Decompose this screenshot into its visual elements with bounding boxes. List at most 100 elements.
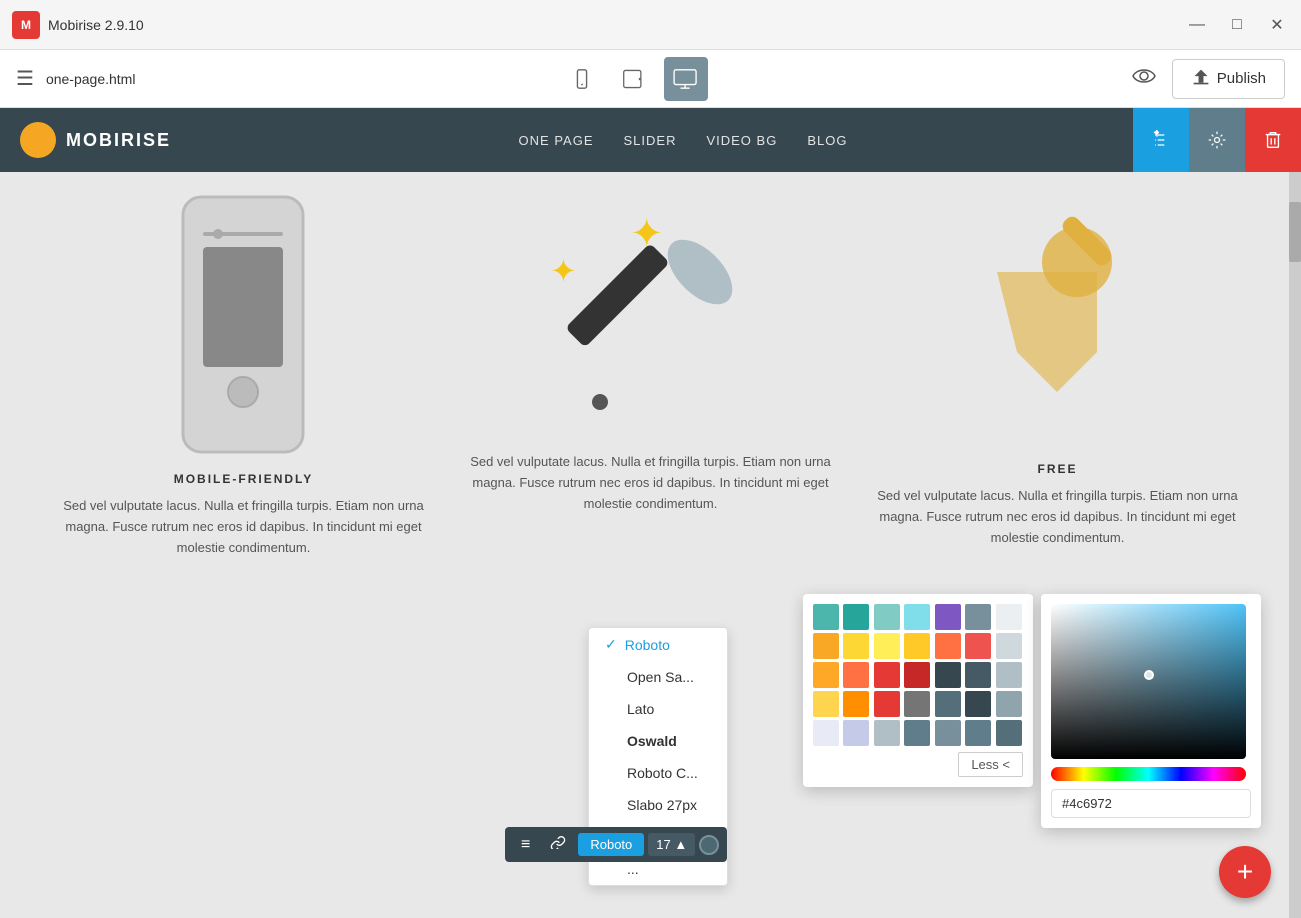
- mobile-view-button[interactable]: [560, 57, 604, 101]
- swatch[interactable]: [996, 691, 1022, 717]
- swatch[interactable]: [965, 633, 991, 659]
- swatch[interactable]: [996, 633, 1022, 659]
- hue-bar[interactable]: [1051, 767, 1246, 781]
- scroll-thumb[interactable]: [1289, 202, 1301, 262]
- logo-circle: [20, 122, 56, 158]
- swatch[interactable]: [874, 691, 900, 717]
- swatch[interactable]: [813, 633, 839, 659]
- swatch[interactable]: [813, 604, 839, 630]
- check-icon: ✓: [605, 636, 617, 653]
- text-toolbar: ≡ Roboto 17 ▲: [505, 827, 727, 862]
- font-item-roboto-c[interactable]: Roboto C...: [589, 757, 727, 789]
- tablet-view-button[interactable]: [612, 57, 656, 101]
- preview-button[interactable]: [1132, 66, 1156, 92]
- font-item-roboto[interactable]: ✓ Roboto: [589, 628, 727, 661]
- font-item-lato[interactable]: Lato: [589, 693, 727, 725]
- wand-illustration: ✦ ✦ ✦ ✦: [520, 192, 780, 452]
- svg-text:✦: ✦: [550, 253, 577, 289]
- swatch[interactable]: [874, 720, 900, 746]
- swatch[interactable]: [874, 662, 900, 688]
- phone-illustration: [153, 192, 333, 452]
- feature-mobile-label: MOBILE-FRIENDLY: [174, 472, 314, 486]
- font-selector[interactable]: Roboto: [578, 833, 644, 856]
- toolbar-left: ☰ one-page.html: [16, 66, 135, 91]
- less-button[interactable]: Less <: [958, 752, 1023, 777]
- device-switcher: [560, 57, 708, 101]
- title-bar: M Mobirise 2.9.10 — □ ✕: [0, 0, 1301, 50]
- swatch[interactable]: [996, 604, 1022, 630]
- swatch-grid: [813, 604, 1023, 746]
- gradient-area[interactable]: [1051, 604, 1246, 759]
- swatch[interactable]: [935, 720, 961, 746]
- title-bar-left: M Mobirise 2.9.10: [12, 11, 144, 39]
- feature-mobile: MOBILE-FRIENDLY Sed vel vulputate lacus.…: [60, 192, 426, 558]
- nav-link-blog[interactable]: BLOG: [807, 133, 847, 148]
- app-logo: M: [12, 11, 40, 39]
- swatch[interactable]: [843, 633, 869, 659]
- swatch[interactable]: [935, 662, 961, 688]
- link-button[interactable]: [542, 831, 574, 858]
- swatch[interactable]: [813, 720, 839, 746]
- swatch[interactable]: [935, 691, 961, 717]
- publish-label: Publish: [1217, 70, 1266, 87]
- nav-link-one-page[interactable]: ONE PAGE: [519, 133, 594, 148]
- maximize-button[interactable]: □: [1225, 13, 1249, 37]
- nav-logo: MOBIRISE: [20, 122, 171, 158]
- font-item-oswald[interactable]: Oswald: [589, 725, 727, 757]
- swatch[interactable]: [813, 662, 839, 688]
- color-picker-trigger[interactable]: [699, 835, 719, 855]
- swatch[interactable]: [843, 720, 869, 746]
- font-item-slabo[interactable]: Slabo 27px: [589, 789, 727, 821]
- close-button[interactable]: ✕: [1265, 13, 1289, 37]
- nav-link-slider[interactable]: SLIDER: [624, 133, 677, 148]
- add-fab-button[interactable]: +: [1219, 846, 1271, 898]
- settings-button[interactable]: [1189, 108, 1245, 172]
- feature-mobile-text: Sed vel vulputate lacus. Nulla et fringi…: [60, 496, 426, 558]
- swatch[interactable]: [813, 691, 839, 717]
- align-button[interactable]: ≡: [513, 832, 538, 858]
- scrollbar[interactable]: [1289, 172, 1301, 918]
- swatch[interactable]: [904, 720, 930, 746]
- menu-button[interactable]: ☰: [16, 66, 34, 91]
- swatch[interactable]: [935, 604, 961, 630]
- swatch[interactable]: [996, 720, 1022, 746]
- swatch[interactable]: [904, 691, 930, 717]
- swatch[interactable]: [843, 691, 869, 717]
- features-section: MOBILE-FRIENDLY Sed vel vulputate lacus.…: [0, 172, 1301, 578]
- gradient-cursor: [1144, 670, 1154, 680]
- publish-button[interactable]: Publish: [1172, 59, 1285, 99]
- delete-button[interactable]: [1245, 108, 1301, 172]
- swatch[interactable]: [904, 662, 930, 688]
- nav-actions: [1133, 108, 1301, 172]
- swatch[interactable]: [965, 720, 991, 746]
- logo-text: MOBIRISE: [66, 130, 171, 151]
- swatch[interactable]: [843, 604, 869, 630]
- free-illustration: [957, 192, 1157, 462]
- reorder-button[interactable]: [1133, 108, 1189, 172]
- file-name: one-page.html: [46, 71, 136, 87]
- swatch[interactable]: [874, 633, 900, 659]
- color-gradient-picker: [1041, 594, 1261, 828]
- swatch[interactable]: [965, 604, 991, 630]
- swatch[interactable]: [843, 662, 869, 688]
- minimize-button[interactable]: —: [1185, 13, 1209, 37]
- hex-input[interactable]: [1051, 789, 1251, 818]
- feature-free-text: Sed vel vulputate lacus. Nulla et fringi…: [874, 486, 1240, 548]
- feature-free-label: FREE: [1037, 462, 1077, 476]
- nav-bar: MOBIRISE ONE PAGE SLIDER VIDEO BG BLOG D…: [0, 108, 1301, 172]
- swatch[interactable]: [935, 633, 961, 659]
- swatch[interactable]: [904, 604, 930, 630]
- swatch[interactable]: [904, 633, 930, 659]
- swatch[interactable]: [996, 662, 1022, 688]
- title-bar-right: — □ ✕: [1185, 13, 1289, 37]
- swatch[interactable]: [874, 604, 900, 630]
- nav-link-video-bg[interactable]: VIDEO BG: [706, 133, 777, 148]
- swatch[interactable]: [965, 662, 991, 688]
- swatch[interactable]: [965, 691, 991, 717]
- size-selector[interactable]: 17 ▲: [648, 833, 695, 856]
- feature-free: FREE Sed vel vulputate lacus. Nulla et f…: [874, 192, 1240, 558]
- font-item-open-sans[interactable]: Open Sa...: [589, 661, 727, 693]
- main-content: MOBILE-FRIENDLY Sed vel vulputate lacus.…: [0, 172, 1301, 918]
- app-title: Mobirise 2.9.10: [48, 17, 144, 33]
- desktop-view-button[interactable]: [664, 57, 708, 101]
